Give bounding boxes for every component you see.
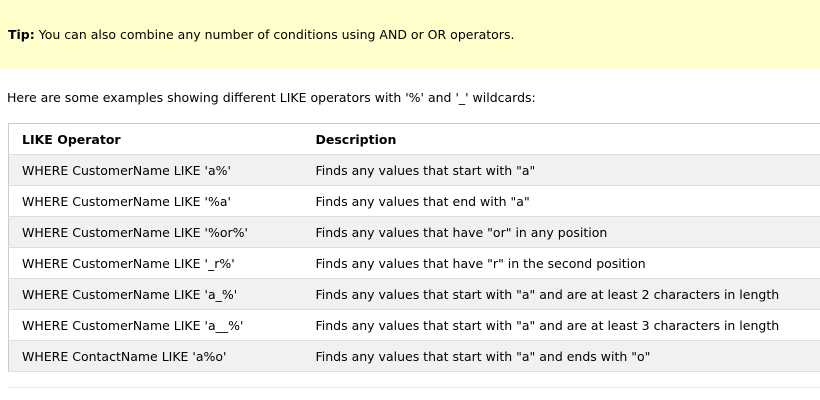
table-cell-operator: WHERE ContactName LIKE 'a%o' xyxy=(8,340,303,372)
table-row: WHERE CustomerName LIKE 'a__%' Finds any… xyxy=(8,309,820,341)
table-cell-operator: WHERE CustomerName LIKE '_r%' xyxy=(8,247,303,279)
page: Tip: You can also combine any number of … xyxy=(0,0,820,400)
table-row: WHERE CustomerName LIKE 'a_%' Finds any … xyxy=(8,278,820,310)
table-cell-operator: WHERE CustomerName LIKE 'a__%' xyxy=(8,309,303,341)
table-header-row: LIKE Operator Description xyxy=(8,123,820,155)
table-cell-description: Finds any values that end with "a" xyxy=(302,185,820,217)
like-operators-table: LIKE Operator Description WHERE Customer… xyxy=(8,123,820,372)
tip-box: Tip: You can also combine any number of … xyxy=(0,0,820,69)
table-row: WHERE CustomerName LIKE 'a%' Finds any v… xyxy=(8,154,820,186)
column-header-like-operator: LIKE Operator xyxy=(8,123,303,155)
table-row: WHERE ContactName LIKE 'a%o' Finds any v… xyxy=(8,340,820,372)
table-cell-description: Finds any values that have "or" in any p… xyxy=(302,216,820,248)
column-header-description: Description xyxy=(302,123,820,155)
intro-paragraph: Here are some examples showing different… xyxy=(7,90,536,105)
table-cell-operator: WHERE CustomerName LIKE '%a' xyxy=(8,185,303,217)
table-row: WHERE CustomerName LIKE '%or%' Finds any… xyxy=(8,216,820,248)
table-cell-description: Finds any values that start with "a" xyxy=(302,154,820,186)
table-cell-description: Finds any values that start with "a" and… xyxy=(302,340,820,372)
table-cell-description: Finds any values that have "r" in the se… xyxy=(302,247,820,279)
tip-text: You can also combine any number of condi… xyxy=(38,27,515,42)
tip-label: Tip: xyxy=(8,27,35,42)
table-cell-description: Finds any values that start with "a" and… xyxy=(302,309,820,341)
table-cell-description: Finds any values that start with "a" and… xyxy=(302,278,820,310)
table-cell-operator: WHERE CustomerName LIKE '%or%' xyxy=(8,216,303,248)
bottom-divider xyxy=(8,387,820,388)
table-cell-operator: WHERE CustomerName LIKE 'a%' xyxy=(8,154,303,186)
table-cell-operator: WHERE CustomerName LIKE 'a_%' xyxy=(8,278,303,310)
table-row: WHERE CustomerName LIKE '_r%' Finds any … xyxy=(8,247,820,279)
table-row: WHERE CustomerName LIKE '%a' Finds any v… xyxy=(8,185,820,217)
